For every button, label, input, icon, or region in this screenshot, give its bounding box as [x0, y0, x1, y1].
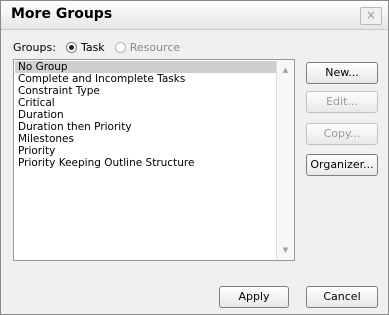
scroll-up-arrow-icon[interactable]: ▲ [277, 62, 294, 78]
resource-radio[interactable] [114, 41, 126, 53]
groups-type-selector: Groups: Task Resource [13, 39, 180, 55]
resource-radio-option[interactable]: Resource [114, 40, 181, 54]
apply-button[interactable]: Apply [219, 286, 289, 308]
task-radio-label: Task [80, 40, 105, 54]
task-radio[interactable] [65, 41, 77, 53]
groups-list-items: No Group Complete and Incomplete Tasks C… [15, 61, 277, 169]
list-item[interactable]: Critical [15, 97, 277, 109]
list-item[interactable]: Priority Keeping Outline Structure [15, 157, 277, 169]
edit-button[interactable]: Edit... [306, 91, 378, 113]
list-item[interactable]: Constraint Type [15, 85, 277, 97]
list-scrollbar[interactable]: ▲ ▼ [276, 60, 294, 260]
close-button[interactable]: × [360, 7, 382, 25]
list-item[interactable]: Duration then Priority [15, 121, 277, 133]
list-item[interactable]: No Group [15, 61, 277, 73]
copy-button[interactable]: Copy... [306, 123, 378, 145]
task-radio-option[interactable]: Task [65, 40, 105, 54]
resource-radio-label: Resource [129, 40, 181, 54]
more-groups-dialog: More Groups × Groups: Task Resource No G… [0, 0, 389, 315]
dialog-title: More Groups [11, 6, 113, 22]
cancel-button[interactable]: Cancel [306, 286, 378, 308]
list-item[interactable]: Priority [15, 145, 277, 157]
new-button[interactable]: New... [306, 62, 378, 84]
title-bar: More Groups × [1, 1, 388, 30]
close-icon: × [365, 8, 377, 22]
organizer-button[interactable]: Organizer... [306, 154, 378, 176]
list-item[interactable]: Milestones [15, 133, 277, 145]
groups-list[interactable]: No Group Complete and Incomplete Tasks C… [13, 59, 295, 261]
list-item[interactable]: Complete and Incomplete Tasks [15, 73, 277, 85]
scroll-down-arrow-icon[interactable]: ▼ [277, 242, 294, 258]
groups-label: Groups: [13, 40, 56, 54]
list-item[interactable]: Duration [15, 109, 277, 121]
